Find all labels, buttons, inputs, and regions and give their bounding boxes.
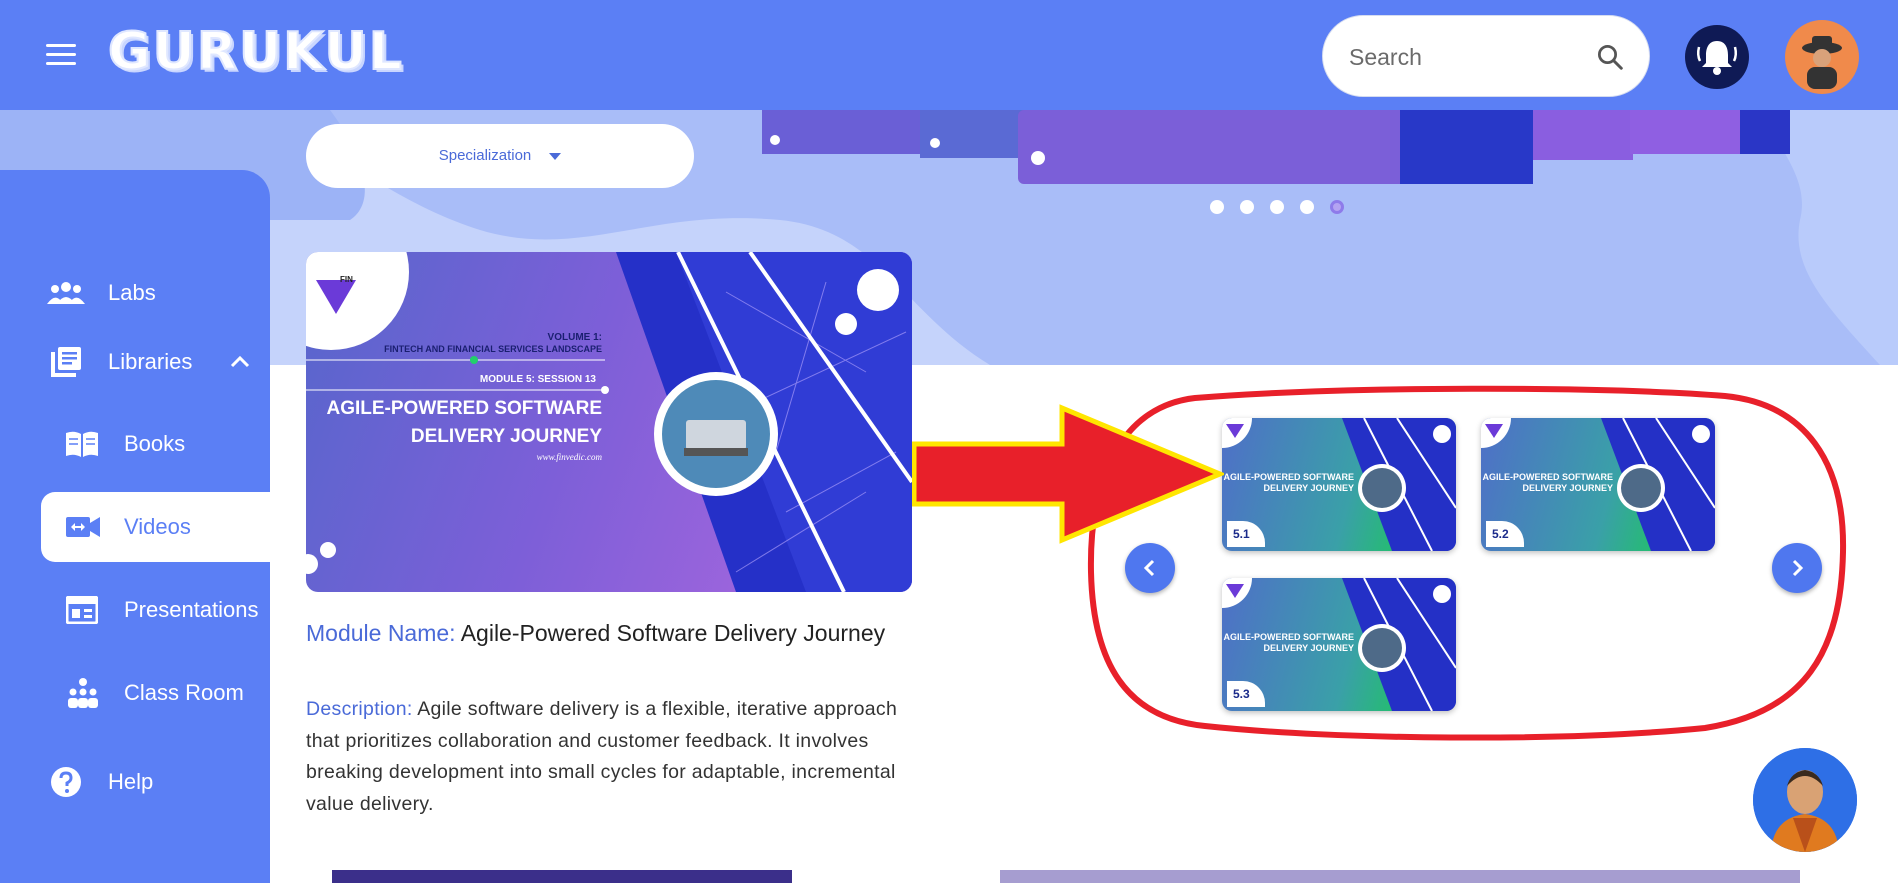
sidebar-item-label: Help [108, 769, 154, 794]
next-row-thumbnails [332, 870, 792, 883]
help-circle-icon [51, 767, 81, 797]
sidebar-item-classroom[interactable]: Class Room [0, 658, 270, 728]
module-name: Module Name: Agile-Powered Software Deli… [306, 614, 926, 652]
people-group-icon [47, 282, 85, 304]
sidebar-item-label: Class Room [124, 680, 244, 705]
carousel-dot[interactable] [1240, 200, 1254, 214]
chevron-up-icon[interactable] [230, 356, 250, 368]
video-title-line: DELIVERY JOURNEY [1263, 483, 1354, 493]
video-title-line: DELIVERY JOURNEY [1522, 483, 1613, 493]
description-label: Description: [306, 698, 413, 720]
gurukul-logo[interactable]: GURUKUL [107, 21, 404, 83]
classroom-icon [68, 678, 98, 708]
carousel-dot[interactable] [1210, 200, 1224, 214]
video-title-line: AGILE-POWERED SOFTWARE [326, 398, 603, 419]
chatbot-avatar-button[interactable] [1753, 748, 1857, 852]
presentation-icon [66, 596, 98, 624]
video-title: AGILE-POWERED SOFTWARE DELIVERY JOURNEY [1481, 472, 1614, 494]
video-thumbnail-5-3[interactable]: AGILE-POWERED SOFTWARE DELIVERY JOURNEY 5… [1222, 578, 1456, 711]
sidebar-item-label: Videos [124, 514, 191, 539]
sidebar-item-help[interactable]: Help [0, 747, 270, 817]
sidebar-item-label: Labs [108, 280, 156, 305]
fin-brand-label: FIN [340, 275, 353, 284]
sidebar-item-libraries[interactable]: Libraries [0, 327, 270, 397]
notification-bell-icon[interactable] [1685, 25, 1749, 89]
specialization-dropdown[interactable]: Specialization [306, 124, 694, 188]
carousel-dot[interactable] [1270, 200, 1284, 214]
search-icon[interactable] [1595, 42, 1625, 72]
book-icon [66, 431, 98, 457]
video-title: AGILE-POWERED SOFTWARE DELIVERY JOURNEY [306, 395, 603, 451]
video-camera-icon [66, 517, 100, 537]
video-title-line: AGILE-POWERED SOFTWARE [1482, 472, 1614, 482]
video-title-line: DELIVERY JOURNEY [410, 426, 602, 447]
chevron-right-icon [1792, 559, 1804, 577]
search-box [1322, 15, 1650, 97]
sidebar-item-presentations[interactable]: Presentations [0, 575, 270, 645]
previous-page-button[interactable] [1125, 543, 1175, 593]
sidebar-item-labs[interactable]: Labs [0, 258, 270, 328]
video-title-line: AGILE-POWERED SOFTWARE [1223, 632, 1355, 642]
sidebar-item-label: Libraries [108, 349, 193, 374]
sidebar: Labs Libraries Books Videos Presentation… [0, 170, 270, 883]
user-avatar[interactable] [1785, 20, 1859, 94]
sidebar-item-label: Books [124, 431, 186, 456]
carousel-dot-active[interactable] [1330, 200, 1344, 214]
video-title: AGILE-POWERED SOFTWARE DELIVERY JOURNEY [1222, 632, 1355, 654]
module-description: Description: Agile software delivery is … [306, 694, 926, 820]
app-header: GURUKUL [0, 0, 1898, 110]
hamburger-menu-icon[interactable] [46, 44, 76, 66]
video-title-line: AGILE-POWERED SOFTWARE [1223, 472, 1355, 482]
sidebar-item-videos[interactable]: Videos [41, 492, 270, 562]
red-arrow-annotation [912, 404, 1224, 544]
volume-title: FINTECH AND FINANCIAL SERVICES LANDSCAPE [384, 344, 602, 354]
video-thumbnail-5-2[interactable]: AGILE-POWERED SOFTWARE DELIVERY JOURNEY 5… [1481, 418, 1715, 551]
carousel-dot[interactable] [1300, 200, 1314, 214]
search-input[interactable] [1347, 36, 1587, 78]
video-title: AGILE-POWERED SOFTWARE DELIVERY JOURNEY [1222, 472, 1355, 494]
volume-label: VOLUME 1: [547, 332, 602, 343]
video-thumbnail-5-1[interactable]: AGILE-POWERED SOFTWARE DELIVERY JOURNEY 5… [1222, 418, 1456, 551]
module-name-label: Module Name: [306, 620, 456, 646]
specialization-label: Specialization [438, 147, 532, 164]
website-label: www.finvedic.com [536, 452, 602, 462]
session-label: MODULE 5: SESSION 13 [479, 374, 596, 385]
sidebar-item-books[interactable]: Books [0, 409, 270, 479]
carousel-dots [1210, 200, 1360, 219]
module-name-value: Agile-Powered Software Delivery Journey [460, 620, 886, 646]
sidebar-item-label: Presentations [124, 597, 259, 622]
chevron-down-icon [549, 152, 562, 160]
video-title-line: DELIVERY JOURNEY [1263, 643, 1354, 653]
chevron-left-icon [1143, 559, 1155, 577]
featured-video-thumbnail[interactable]: FIN VOLUME 1: FINTECH AND FINANCIAL SERV… [306, 252, 912, 592]
next-page-button[interactable] [1772, 543, 1822, 593]
library-icon [51, 347, 81, 377]
next-row-thumbnails [1000, 870, 1800, 883]
hero-banner [0, 110, 1898, 365]
